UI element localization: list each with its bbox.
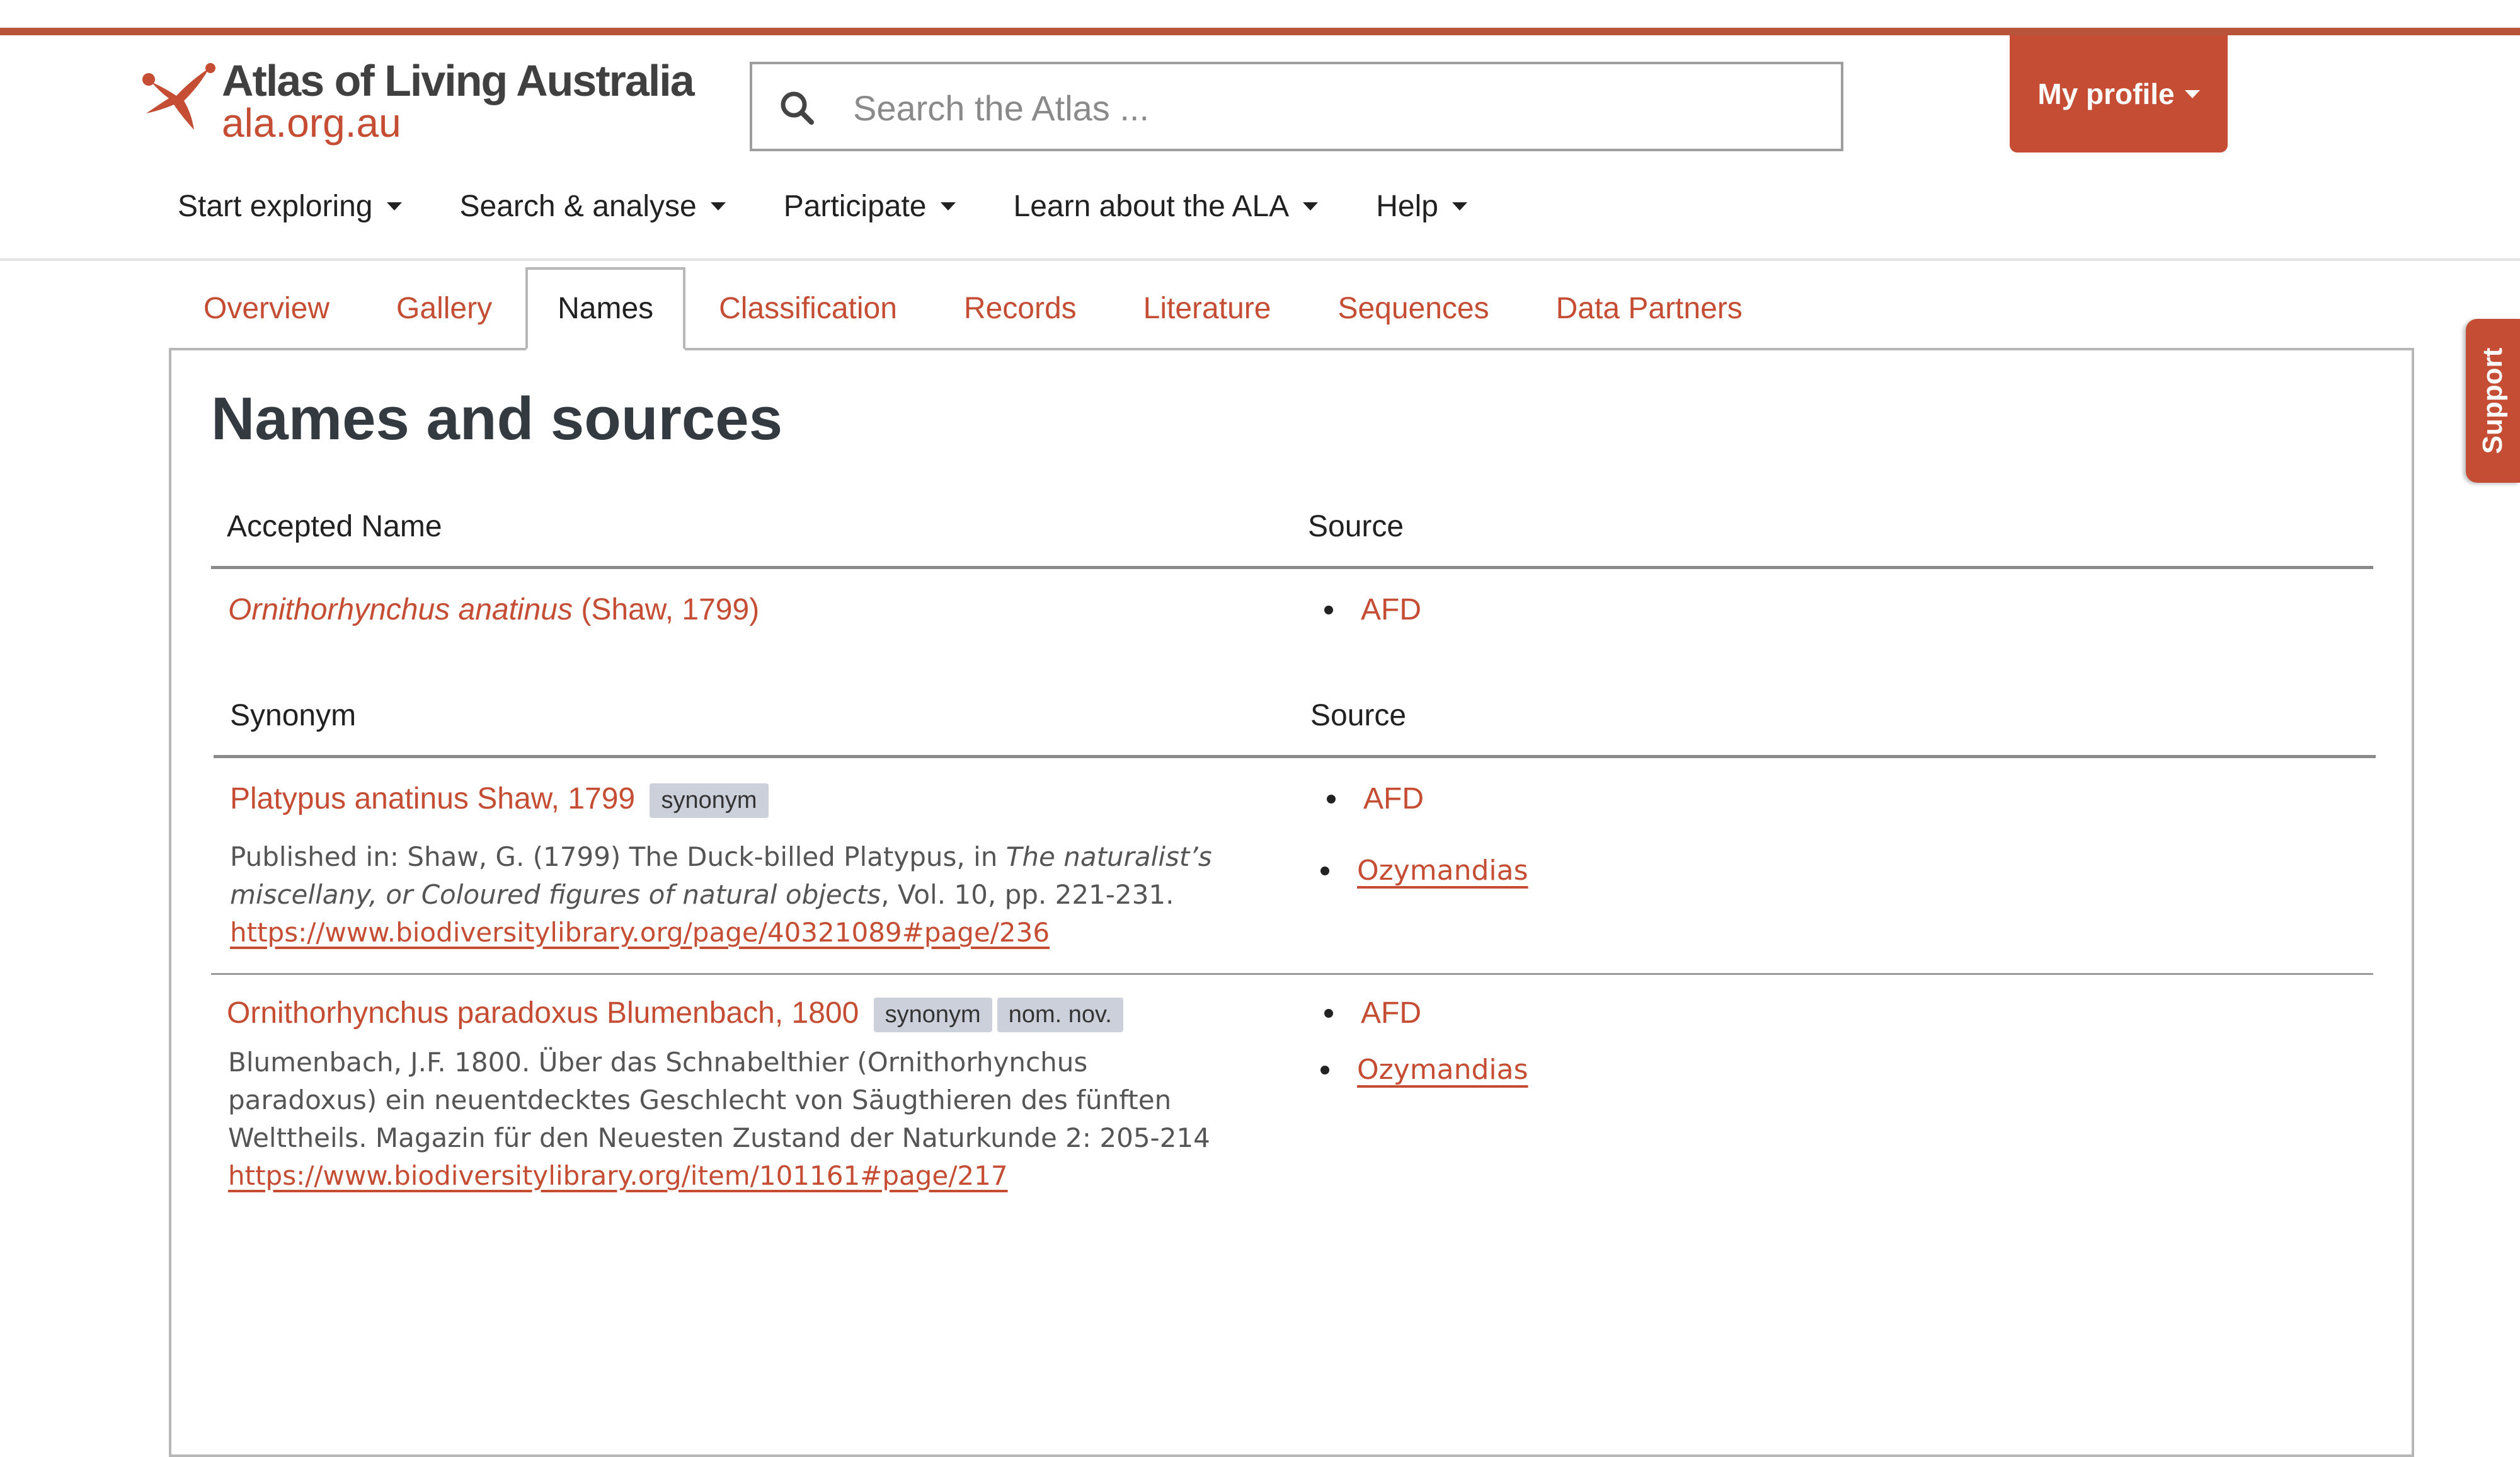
nav-label: Search & analyse [459, 190, 697, 223]
source-list-item: AFD [1327, 781, 1424, 816]
tab-sequences[interactable]: Sequences [1304, 267, 1522, 350]
synonym-header: Synonym [230, 699, 357, 732]
ala-logo[interactable]: Atlas of Living Australia ala.org.au [140, 55, 695, 150]
tab-names[interactable]: Names [525, 267, 686, 350]
nav-learn-about[interactable]: Learn about the ALA [1014, 189, 1319, 224]
synonym-source-header: Source [1310, 699, 1407, 732]
publication-citation: Blumenbach, J.F. 1800. Über das Schnabel… [228, 1047, 1210, 1153]
logo-domain: ala.org.au [222, 100, 401, 146]
tab-classification[interactable]: Classification [685, 267, 931, 350]
nav-divider [0, 258, 2520, 261]
status-badge: nom. nov. [997, 997, 1123, 1032]
publication-suffix: , Vol. 10, pp. 221-231. [881, 879, 1174, 910]
chevron-down-icon [2184, 89, 2200, 98]
accepted-author: (Shaw, 1799) [581, 593, 760, 626]
synonym-row: Ornithorhynchus paradoxus Blumenbach, 18… [227, 996, 1123, 1032]
publication-link[interactable]: https://www.biodiversitylibrary.org/page… [230, 917, 1050, 948]
source-list-item: Ozymandias [1320, 855, 1528, 887]
nav-start-exploring[interactable]: Start exploring [178, 189, 402, 224]
search-icon[interactable] [779, 89, 815, 126]
ala-logo-icon [142, 63, 215, 130]
my-profile-button[interactable]: My profile [2010, 35, 2228, 153]
top-accent-bar [0, 28, 2520, 35]
source-link-afd[interactable]: AFD [1363, 781, 1424, 816]
source-link-afd[interactable]: AFD [1361, 996, 1421, 1030]
logo-title: Atlas of Living Australia [222, 56, 695, 105]
row-divider [211, 973, 2373, 975]
nav-label: Learn about the ALA [1013, 190, 1290, 223]
nav-participate[interactable]: Participate [784, 189, 956, 224]
publication-link[interactable]: https://www.biodiversitylibrary.org/item… [228, 1160, 1008, 1191]
bullet-icon [1320, 866, 1329, 875]
source-list-item: AFD [1324, 996, 1421, 1030]
chevron-down-icon [710, 202, 726, 210]
tab-data-partners[interactable]: Data Partners [1523, 267, 1776, 350]
publication-text: Blumenbach, J.F. 1800. Über das Schnabel… [228, 1044, 1211, 1195]
support-label: Support [2477, 347, 2508, 454]
chevron-down-icon [386, 202, 402, 210]
nav-label: Help [1376, 190, 1438, 223]
publication-prefix: Published in: Shaw, G. (1799) The Duck-b… [230, 841, 1006, 872]
tab-records[interactable]: Records [931, 267, 1110, 350]
status-badge: synonym [873, 997, 992, 1032]
source-link-afd[interactable]: AFD [1361, 592, 1421, 627]
nav-help[interactable]: Help [1376, 189, 1467, 224]
header-divider [211, 566, 2373, 569]
support-tab[interactable]: Support [2466, 319, 2520, 483]
bullet-icon [1320, 1065, 1329, 1074]
chevron-down-icon [1452, 202, 1467, 210]
tab-gallery[interactable]: Gallery [363, 267, 525, 350]
synonym-row: Platypus anatinus Shaw, 1799 synonym [230, 781, 769, 818]
accepted-scientific-name: Ornithorhynchus anatinus [228, 593, 573, 626]
page-title: Names and sources [211, 385, 783, 452]
my-profile-label: My profile [2037, 78, 2175, 110]
bullet-icon [1324, 605, 1333, 614]
source-link-ozymandias[interactable]: Ozymandias [1357, 1054, 1528, 1086]
source-link-ozymandias[interactable]: Ozymandias [1357, 855, 1528, 887]
source-list-item: Ozymandias [1320, 1054, 1528, 1086]
search-box [750, 62, 1843, 151]
nav-search-analyse[interactable]: Search & analyse [460, 189, 726, 224]
accepted-name-link[interactable]: Ornithorhynchus anatinus (Shaw, 1799) [228, 592, 759, 627]
header-divider [214, 755, 2376, 758]
status-badge: synonym [650, 783, 769, 818]
bullet-icon [1324, 1008, 1333, 1018]
search-input[interactable] [852, 77, 1824, 139]
bullet-icon [1327, 794, 1336, 803]
tab-literature[interactable]: Literature [1110, 267, 1305, 350]
species-tabs: Overview Gallery Names Classification Re… [170, 267, 1776, 350]
tab-overview[interactable]: Overview [170, 267, 363, 350]
synonym-name-link[interactable]: Ornithorhynchus paradoxus Blumenbach, 18… [227, 996, 859, 1030]
accepted-name-header: Accepted Name [227, 510, 442, 543]
synonym-name-link[interactable]: Platypus anatinus Shaw, 1799 [230, 782, 635, 815]
chevron-down-icon [1303, 202, 1319, 210]
chevron-down-icon [940, 202, 956, 210]
nav-label: Participate [783, 190, 927, 223]
accepted-source-header: Source [1308, 510, 1404, 543]
main-nav: Start exploring Search & analyse Partici… [178, 189, 1525, 224]
source-list-item: AFD [1324, 592, 1421, 627]
publication-text: Published in: Shaw, G. (1799) The Duck-b… [230, 838, 1213, 952]
nav-label: Start exploring [178, 190, 373, 223]
